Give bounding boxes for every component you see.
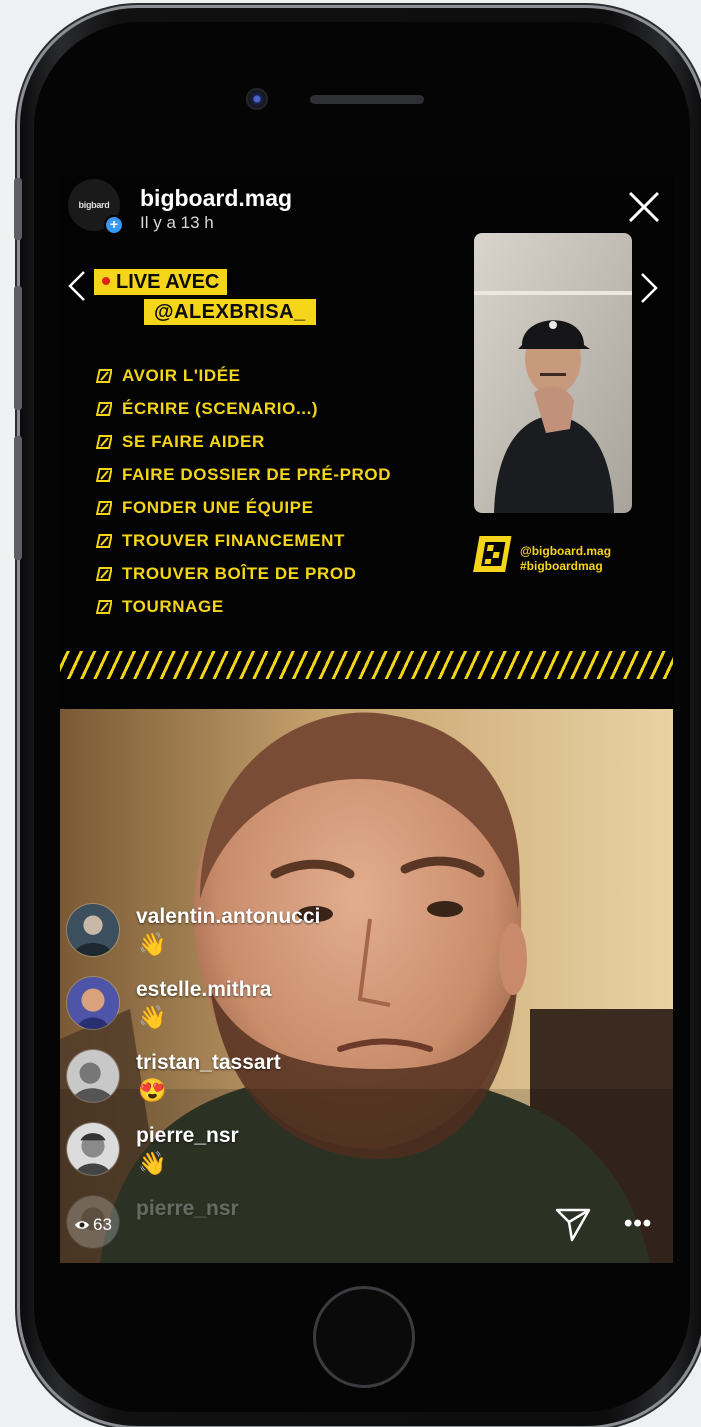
comment-username[interactable]: pierre_nsr (136, 1197, 239, 1221)
comment-username[interactable]: estelle.mithra (136, 978, 271, 1002)
comment-text: 👋 (138, 1004, 167, 1030)
avatar[interactable] (66, 1122, 120, 1176)
comment-text: 👋 (138, 931, 167, 957)
live-dot (102, 276, 110, 285)
bigboard-logo-icon (473, 536, 512, 572)
chevron-right-icon[interactable] (638, 271, 660, 305)
home-button[interactable] (313, 1286, 415, 1388)
volume-up-button (14, 286, 22, 410)
checklist-item: ÉCRIRE (SCENARIO...) (96, 392, 391, 425)
volume-down-button (14, 436, 22, 560)
more-icon[interactable]: ••• (624, 1212, 652, 1236)
pencil-icon (96, 467, 112, 482)
checklist-item: SE FAIRE AIDER (96, 425, 391, 458)
checklist-item: TROUVER BOÎTE DE PROD (96, 557, 391, 590)
checklist-item: AVOIR L'IDÉE (96, 359, 391, 392)
comment-username[interactable]: pierre_nsr (136, 1124, 239, 1148)
avatar-logo-text: bigb​ard (78, 200, 110, 210)
checklist-item: FONDER UNE ÉQUIPE (96, 491, 391, 524)
list-item: pierre_nsr 👋 (66, 1120, 406, 1193)
list-item: valentin.antonucci 👋 (66, 901, 406, 974)
pencil-icon (96, 500, 112, 515)
checklist-item: TROUVER FINANCEMENT (96, 524, 391, 557)
front-camera (246, 88, 268, 110)
comment-text: 👋 (138, 1150, 167, 1176)
comment-text: 😍 (138, 1077, 167, 1103)
live-comments: valentin.antonucci 👋 estelle.mithra 👋 tr… (66, 901, 406, 1249)
divider-stripes (60, 651, 673, 679)
viewer-count-value: 63 (93, 1215, 112, 1234)
close-icon[interactable] (626, 189, 662, 225)
list-item: pierre_nsr (66, 1193, 406, 1249)
list-item: estelle.mithra 👋 (66, 974, 406, 1047)
guest-video-thumbnail (474, 233, 632, 513)
pencil-icon (96, 368, 112, 383)
add-story-badge: + (104, 215, 124, 235)
comment-username[interactable]: tristan_tassart (136, 1051, 281, 1075)
brand-hashtag: #bigboardmag (520, 559, 603, 573)
checklist-item: FAIRE DOSSIER DE PRÉ-PROD (96, 458, 391, 491)
pencil-icon (96, 599, 112, 614)
mute-switch (14, 178, 22, 240)
live-label: LIVE AVEC (116, 271, 220, 293)
send-icon[interactable] (554, 1205, 592, 1243)
story-screen: bigb​ard + bigboard.mag Il y a 13 h LIVE… (60, 175, 673, 1263)
avatar[interactable] (66, 976, 120, 1030)
earpiece-speaker (310, 95, 424, 104)
eye-icon (75, 1221, 89, 1229)
story-graphic: bigb​ard + bigboard.mag Il y a 13 h LIVE… (60, 175, 673, 709)
live-badge: LIVE AVEC (94, 269, 228, 295)
pencil-icon (96, 533, 112, 548)
pencil-icon (96, 401, 112, 416)
live-guest-handle: @ALEXBRISA_ (144, 299, 316, 325)
avatar[interactable] (66, 903, 120, 957)
story-time: Il y a 13 h (140, 213, 214, 232)
chevron-left-icon[interactable] (66, 269, 88, 303)
stage: bigb​ard + bigboard.mag Il y a 13 h LIVE… (0, 0, 701, 1427)
checklist: AVOIR L'IDÉE ÉCRIRE (SCENARIO...) SE FAI… (96, 359, 391, 623)
brand-handle: @bigboard.mag (520, 544, 612, 558)
viewer-count: 63 (74, 1215, 112, 1235)
checklist-item: TOURNAGE (96, 590, 391, 623)
comment-username[interactable]: valentin.antonucci (136, 905, 320, 929)
list-item: tristan_tassart 😍 (66, 1047, 406, 1120)
story-username[interactable]: bigboard.mag (140, 185, 292, 212)
pencil-icon (96, 566, 112, 581)
avatar[interactable] (66, 1049, 120, 1103)
pencil-icon (96, 434, 112, 449)
